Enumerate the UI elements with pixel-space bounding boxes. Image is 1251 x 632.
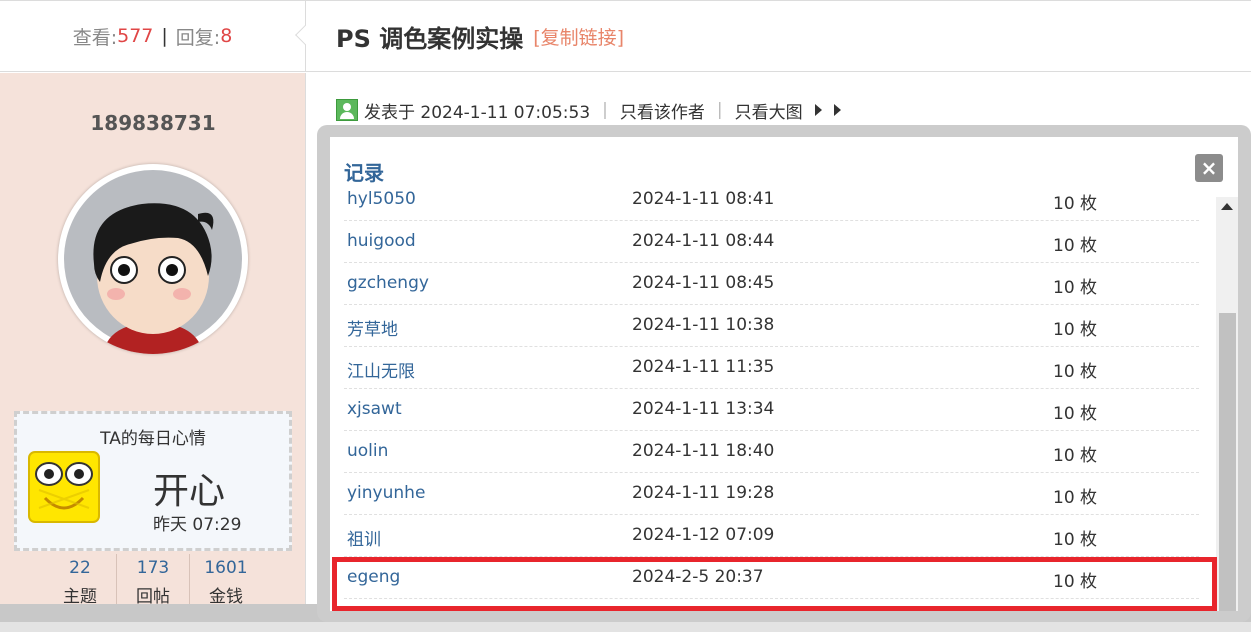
- thread-title: PS 调色案例实操: [336, 24, 524, 53]
- log-time: 2024-1-11 18:40: [632, 441, 775, 461]
- scroll-thumb[interactable]: [1219, 313, 1236, 611]
- list-item: uolin 2024-1-11 18:40 10 枚: [344, 431, 1199, 473]
- log-time: 2024-1-12 07:09: [632, 525, 775, 545]
- play-arrow-icon[interactable]: [814, 104, 822, 116]
- meta-separator: |: [602, 100, 608, 120]
- meta-separator: |: [716, 100, 723, 120]
- list-item: hyl5050 2024-1-11 08:41 10 枚: [344, 187, 1199, 221]
- log-time: 2024-1-11 13:34: [632, 399, 775, 419]
- log-amount: 10 枚: [1053, 530, 1098, 550]
- list-scrollbar[interactable]: [1216, 197, 1238, 611]
- dialog-title: 记录: [344, 161, 384, 185]
- user-online-icon: [336, 99, 358, 121]
- user-link[interactable]: huigood: [347, 231, 416, 251]
- log-amount: 10 枚: [1053, 362, 1098, 382]
- reply-label: 回复:: [175, 26, 221, 49]
- author-sidebar: 189838731 TA的每日心情 开心 昨天 07:29 22 主题 173 …: [0, 73, 306, 632]
- close-icon[interactable]: ×: [1195, 154, 1223, 182]
- thread-header: PS 调色案例实操 [复制链接]: [306, 0, 1251, 72]
- stat-replies[interactable]: 173 回帖: [117, 554, 190, 607]
- list-item: 江山无限 2024-1-11 11:35 10 枚: [344, 347, 1199, 389]
- big-image-link[interactable]: 只看大图: [735, 98, 803, 123]
- rating-log-dialog: 记录 × hyl5050 2024-1-11 08:41 10 枚 huigoo…: [330, 137, 1238, 611]
- avatar[interactable]: [58, 164, 248, 354]
- log-list: hyl5050 2024-1-11 08:41 10 枚 huigood 202…: [344, 187, 1199, 599]
- scroll-up-icon[interactable]: [1221, 203, 1233, 210]
- stat-money-value: 1601: [204, 558, 248, 578]
- thread-stats: 查看: 577 | 回复: 8: [0, 0, 306, 72]
- stat-topics-value: 22: [69, 558, 91, 578]
- user-link[interactable]: uolin: [347, 441, 388, 461]
- bottom-strip: [0, 622, 1251, 632]
- user-link[interactable]: 江山无限: [347, 357, 415, 382]
- mood-title: TA的每日心情: [100, 429, 206, 449]
- mood-text: 开心: [153, 471, 226, 512]
- mood-time: 昨天 07:29: [153, 515, 242, 535]
- log-time: 2024-1-11 08:44: [632, 231, 775, 251]
- post-time: 发表于 2024-1-11 07:05:53: [364, 102, 591, 123]
- list-item: yinyunhe 2024-1-11 19:28 10 枚: [344, 473, 1199, 515]
- view-count: 577: [117, 25, 154, 47]
- avatar-image: [64, 170, 242, 354]
- user-link[interactable]: gzchengy: [347, 273, 429, 293]
- stats-separator: |: [161, 25, 168, 47]
- page: 查看: 577 | 回复: 8 PS 调色案例实操 [复制链接] 1898387…: [0, 0, 1251, 632]
- log-time: 2024-1-11 08:45: [632, 273, 775, 293]
- log-time: 2024-1-11 11:35: [632, 357, 775, 377]
- log-time: 2024-1-11 19:28: [632, 483, 775, 503]
- reply-count: 8: [220, 25, 233, 47]
- user-link[interactable]: 祖训: [347, 525, 381, 550]
- log-amount: 10 枚: [1053, 194, 1098, 214]
- next-arrow-icon[interactable]: [833, 104, 841, 116]
- log-amount: 10 枚: [1053, 446, 1098, 466]
- highlight-box: [332, 557, 1217, 611]
- user-link[interactable]: yinyunhe: [347, 483, 425, 503]
- list-item: xjsawt 2024-1-11 13:34 10 枚: [344, 389, 1199, 431]
- log-list-viewport: hyl5050 2024-1-11 08:41 10 枚 huigood 202…: [330, 187, 1216, 611]
- log-time: 2024-1-11 08:41: [632, 189, 775, 209]
- user-link[interactable]: 芳草地: [347, 315, 398, 340]
- user-link[interactable]: xjsawt: [347, 399, 402, 419]
- log-amount: 10 枚: [1053, 278, 1098, 298]
- author-username[interactable]: 189838731: [0, 111, 306, 135]
- copy-link-button[interactable]: [复制链接]: [533, 23, 624, 50]
- author-only-link[interactable]: 只看该作者: [620, 98, 705, 123]
- log-amount: 10 枚: [1053, 488, 1098, 508]
- list-item: huigood 2024-1-11 08:44 10 枚: [344, 221, 1199, 263]
- stat-topics[interactable]: 22 主题: [44, 554, 117, 607]
- log-amount: 10 枚: [1053, 320, 1098, 340]
- log-amount: 10 枚: [1053, 236, 1098, 256]
- log-amount: 10 枚: [1053, 404, 1098, 424]
- list-item: 祖训 2024-1-12 07:09 10 枚: [344, 515, 1199, 557]
- view-label: 查看:: [72, 26, 118, 49]
- post-meta: 发表于 2024-1-11 07:05:53 | 只看该作者 | 只看大图: [336, 98, 841, 123]
- stat-replies-value: 173: [136, 558, 170, 578]
- user-stats: 22 主题 173 回帖 1601 金钱: [44, 554, 262, 607]
- log-time: 2024-1-11 10:38: [632, 315, 775, 335]
- happy-face-icon: [25, 448, 103, 526]
- list-item: 芳草地 2024-1-11 10:38 10 枚: [344, 305, 1199, 347]
- user-link[interactable]: hyl5050: [347, 189, 416, 209]
- list-item: gzchengy 2024-1-11 08:45 10 枚: [344, 263, 1199, 305]
- daily-mood: TA的每日心情 开心 昨天 07:29: [14, 411, 292, 551]
- stat-money[interactable]: 1601 金钱: [190, 554, 262, 607]
